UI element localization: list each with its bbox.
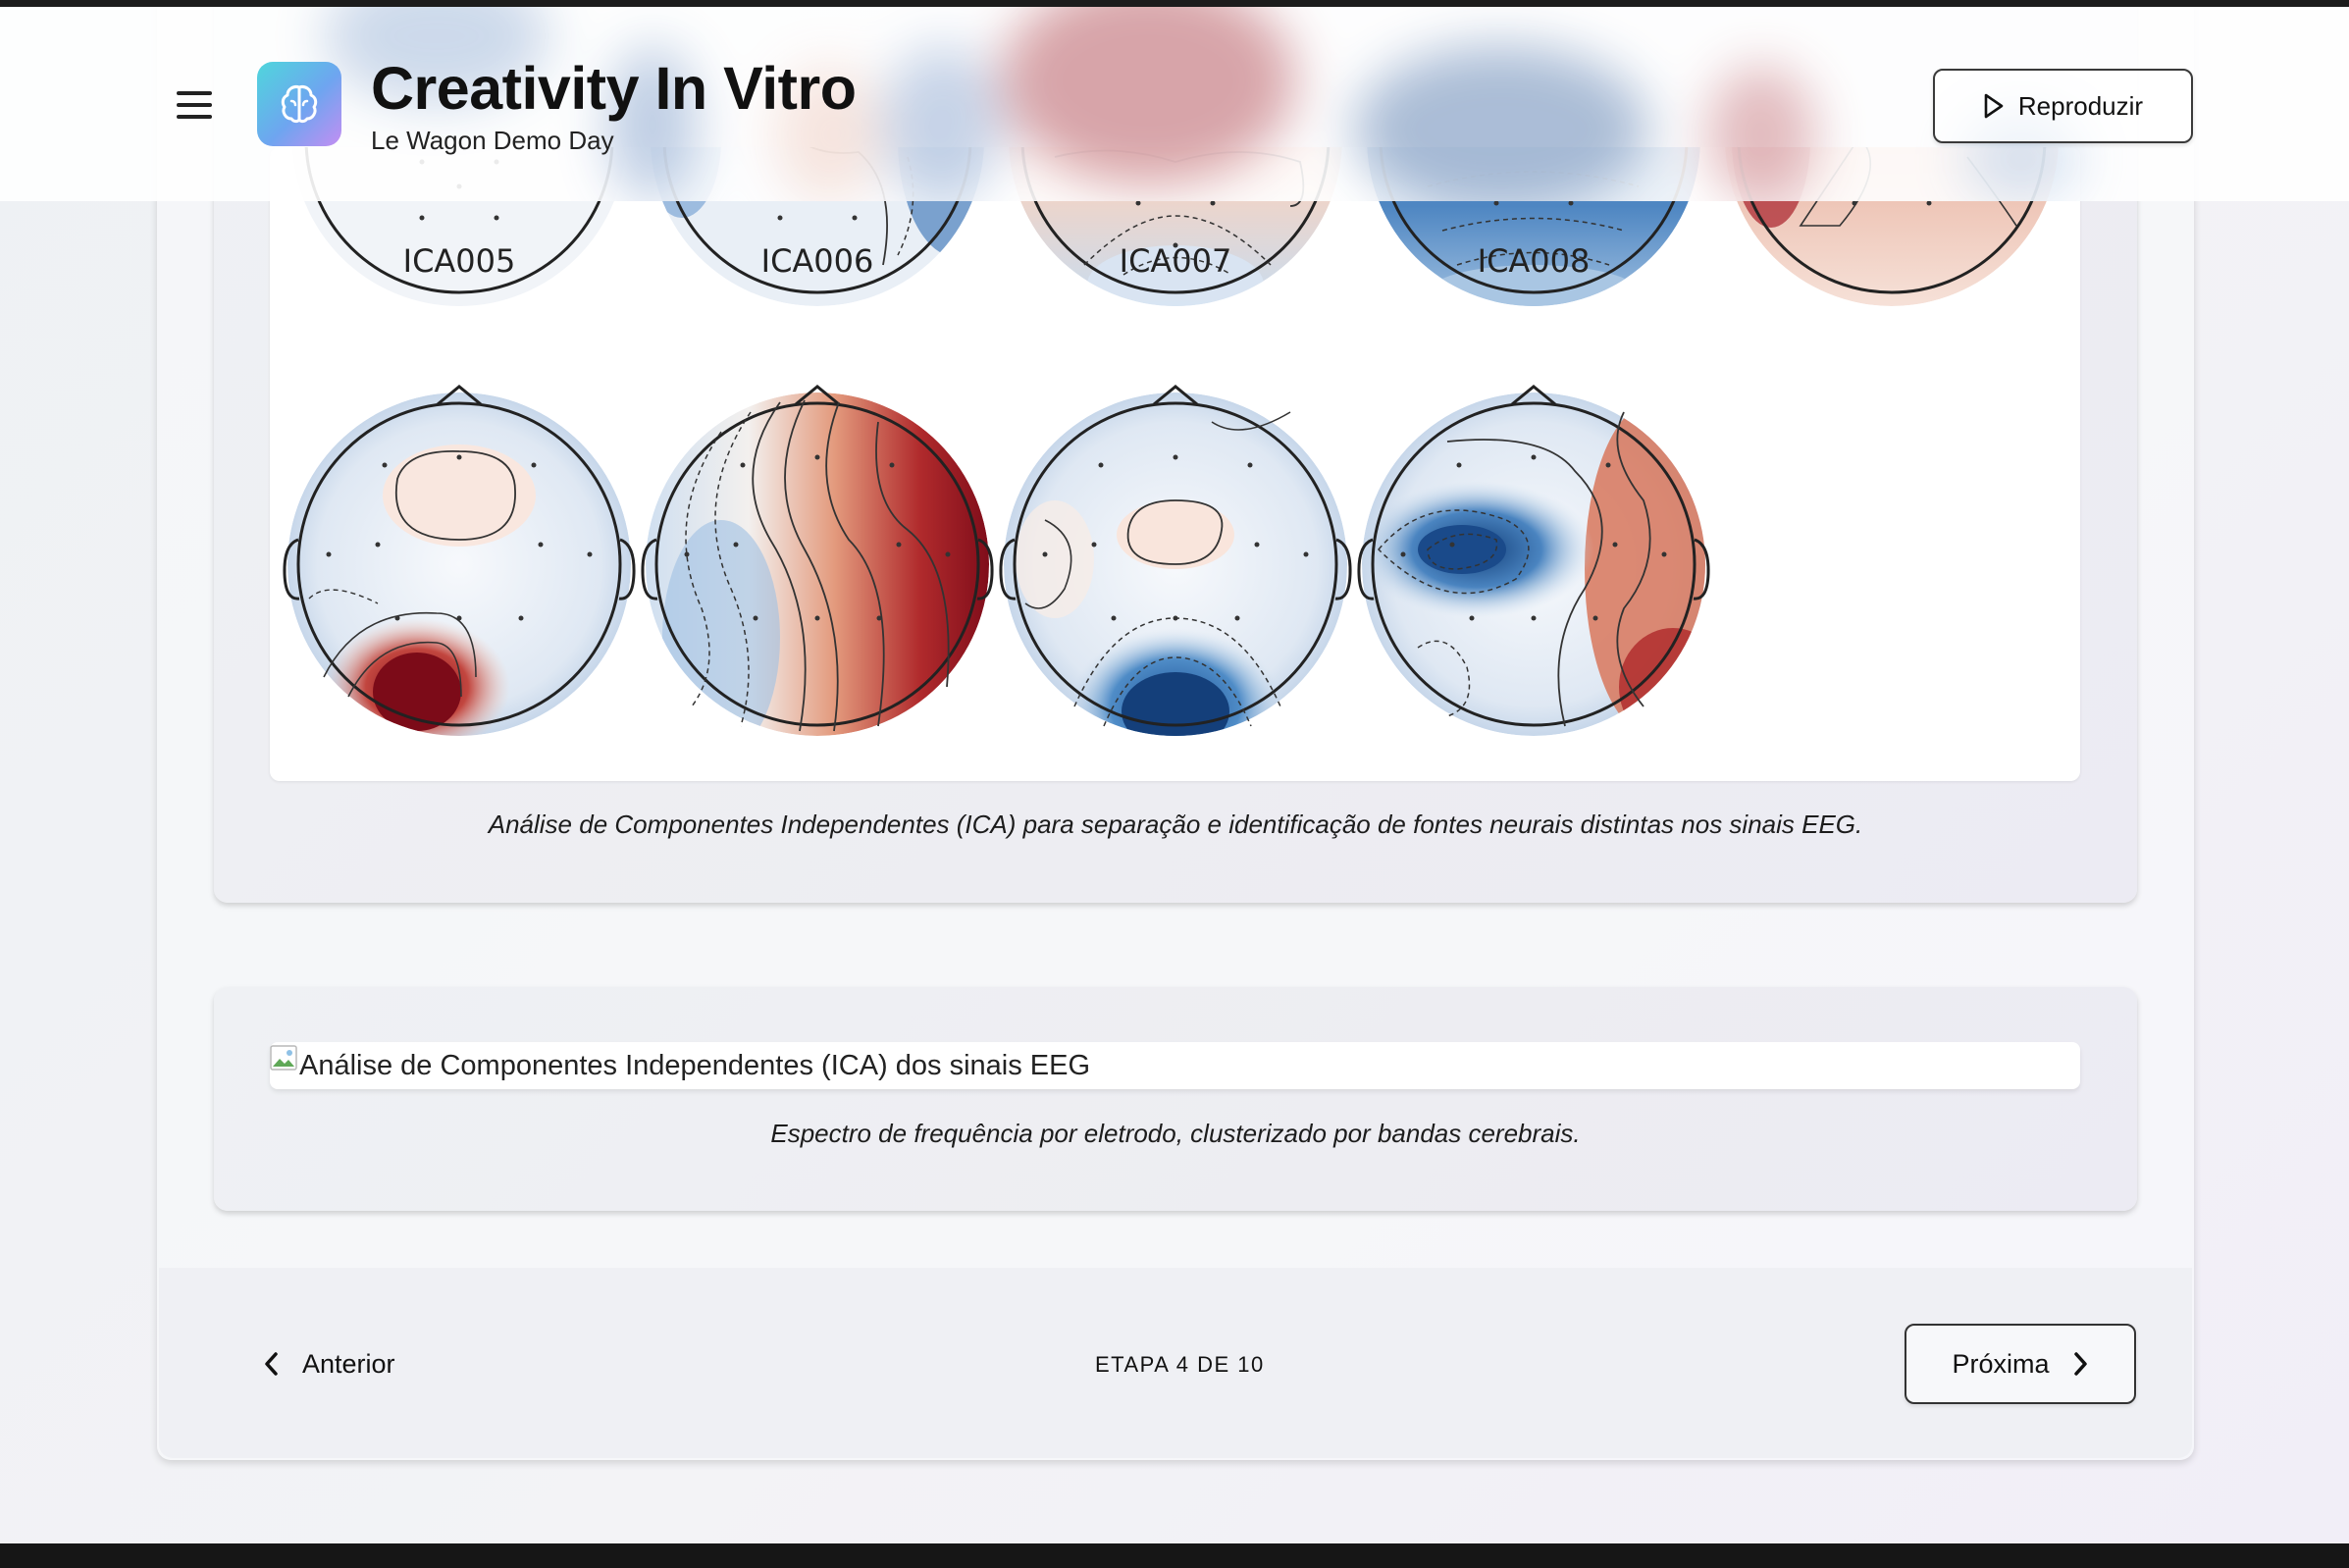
hamburger-menu-icon[interactable] — [177, 91, 212, 121]
play-icon — [1984, 93, 2004, 119]
topomap-ica005 — [283, 385, 636, 736]
spectrum-image-alt: Análise de Componentes Independentes (IC… — [299, 1049, 1091, 1081]
next-button[interactable]: Próxima — [1905, 1324, 2136, 1404]
component-label: ICA005 — [403, 242, 516, 280]
component-label: ICA007 — [1120, 242, 1232, 280]
app-title: Creativity In Vitro — [371, 55, 857, 122]
previous-label: Anterior — [302, 1348, 395, 1379]
window-top-edge — [0, 0, 2349, 7]
topomap-ica007 — [999, 385, 1352, 736]
app-header: Creativity In Vitro Le Wagon Demo Day Re… — [0, 7, 2349, 201]
brain-icon — [281, 85, 318, 124]
component-label: ICA008 — [1478, 242, 1591, 280]
chevron-right-icon — [2073, 1352, 2087, 1376]
app-logo — [257, 62, 341, 146]
broken-image-icon — [270, 1045, 297, 1071]
topomap-ica006 — [641, 385, 994, 736]
play-button[interactable]: Reproduzir — [1933, 69, 2193, 143]
spectrum-image: Análise de Componentes Independentes (IC… — [270, 1042, 2080, 1089]
play-label: Reproduzir — [2017, 90, 2144, 121]
ica-caption: Análise de Componentes Independentes (IC… — [488, 810, 1863, 839]
app-subtitle: Le Wagon Demo Day — [371, 126, 614, 155]
topomap-ica008 — [1357, 385, 1710, 736]
component-label: ICA006 — [761, 242, 874, 280]
spectrum-caption: Espectro de frequência por eletrodo, clu… — [770, 1119, 1581, 1148]
ica-topomap-figure: ICA005 ICA006 ICA007 ICA008 — [270, 147, 2080, 781]
window-bottom-bar — [0, 1543, 2349, 1568]
next-label: Próxima — [1952, 1348, 2050, 1379]
previous-button[interactable]: Anterior — [263, 1344, 395, 1384]
chevron-left-icon — [265, 1352, 278, 1376]
step-indicator: ETAPA 4 DE 10 — [1095, 1352, 1265, 1377]
spectrum-section-card — [214, 987, 2137, 1211]
